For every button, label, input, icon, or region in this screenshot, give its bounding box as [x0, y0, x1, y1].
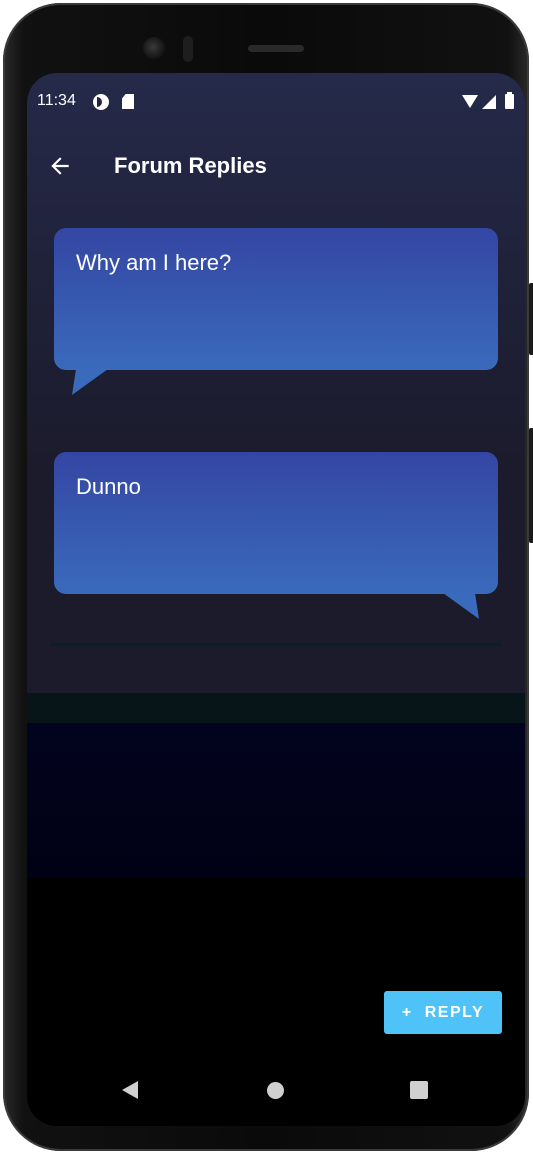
- plus-icon: +: [401, 1003, 413, 1021]
- volume-button: [529, 428, 533, 543]
- bubble-tail: [443, 593, 479, 619]
- bubble-tail: [72, 369, 108, 395]
- reply-button-label: REPLY: [424, 1003, 485, 1021]
- front-camera: [143, 37, 165, 59]
- message-text: Why am I here?: [76, 250, 232, 275]
- background-band: [27, 693, 525, 723]
- earpiece-speaker: [248, 45, 304, 52]
- power-button: [529, 283, 533, 355]
- app-bar: Forum Replies: [27, 133, 525, 197]
- arrow-back-icon[interactable]: [47, 153, 73, 179]
- battery-icon: [505, 92, 514, 109]
- message-bubble[interactable]: Why am I here?: [54, 228, 498, 370]
- nav-back-icon[interactable]: [122, 1081, 138, 1099]
- screen: 11:34 Forum Replies Why am I here? Dunno: [27, 73, 525, 1126]
- proximity-sensor: [183, 36, 193, 62]
- phone-frame: 11:34 Forum Replies Why am I here? Dunno: [3, 3, 533, 1151]
- wifi-icon: [462, 95, 478, 108]
- reply-button[interactable]: + REPLY: [384, 991, 502, 1034]
- message-bubble[interactable]: Dunno: [54, 452, 498, 594]
- status-bar: 11:34: [27, 73, 525, 133]
- divider: [51, 643, 501, 646]
- cell-signal-icon: [482, 95, 496, 109]
- background-band: [27, 723, 525, 878]
- sd-card-icon: [122, 94, 134, 109]
- app-notification-icon: [93, 94, 109, 110]
- message-text: Dunno: [76, 474, 141, 499]
- status-time: 11:34: [37, 92, 76, 109]
- nav-recents-icon[interactable]: [410, 1081, 428, 1099]
- system-nav-bar: [27, 1068, 525, 1118]
- nav-home-icon[interactable]: [267, 1082, 284, 1099]
- page-title: Forum Replies: [114, 153, 267, 178]
